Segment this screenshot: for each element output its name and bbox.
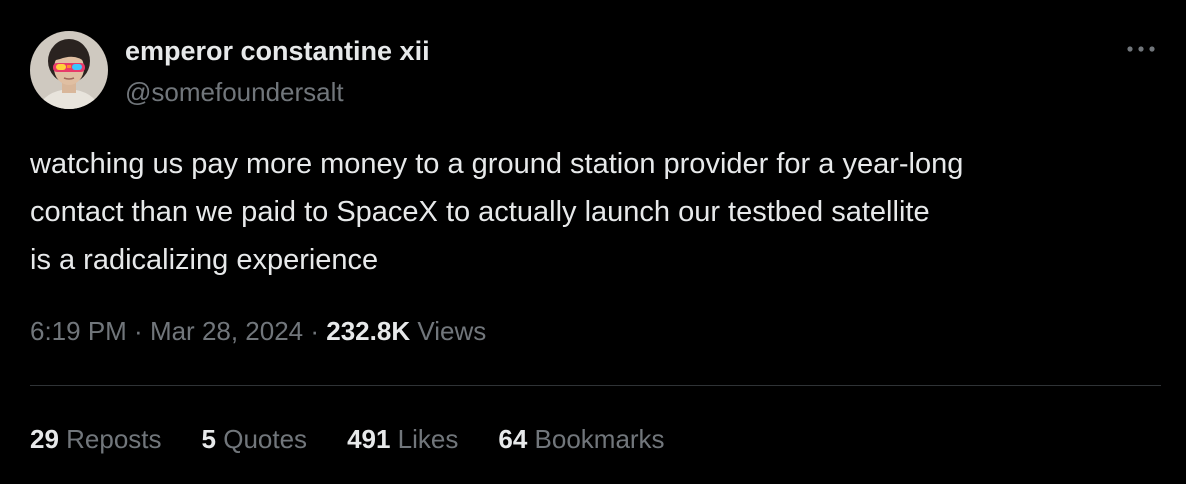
tweet-meta: 6:19 PM · Mar 28, 2024 · 232.8K Views [30,316,486,347]
likes-stat[interactable]: 491 Likes [347,424,458,455]
reposts-count: 29 [30,424,59,454]
engagement-stats: 29 Reposts 5 Quotes 491 Likes 64 Bookmar… [30,424,705,455]
views-count: 232.8K [326,316,411,346]
reposts-stat[interactable]: 29 Reposts [30,424,162,455]
meta-separator: · [126,316,150,346]
reposts-label: Reposts [58,424,162,454]
bookmarks-count: 64 [498,424,528,454]
likes-count: 491 [347,424,391,454]
author-display-name[interactable]: emperor constantine xii [125,36,430,67]
tweet-text-line: watching us pay more money to a ground s… [30,148,964,180]
avatar[interactable] [30,31,108,109]
meta-separator: · [303,316,327,346]
more-horizontal-icon [1127,46,1155,52]
profile-photo [30,31,108,109]
more-options-button[interactable] [1120,30,1162,68]
views-label: Views [410,316,487,346]
quotes-stat[interactable]: 5 Quotes [202,424,308,455]
tweet-text: watching us pay more money to a ground s… [30,140,1170,284]
quotes-count: 5 [201,424,216,454]
tweet-timestamp-time[interactable]: 6:19 PM [30,316,127,346]
tweet-detail: emperor constantine xii @somefoundersalt… [0,0,1186,484]
tweet-text-line: is a radicalizing experience [30,244,379,276]
bookmarks-stat[interactable]: 64 Bookmarks [498,424,664,455]
bookmarks-label: Bookmarks [527,424,665,454]
likes-label: Likes [390,424,459,454]
tweet-timestamp-date[interactable]: Mar 28, 2024 [150,316,303,346]
quotes-label: Quotes [216,424,308,454]
tweet-text-line: contact than we paid to SpaceX to actual… [30,196,930,228]
divider [30,385,1161,386]
author-handle[interactable]: @somefoundersalt [125,77,344,108]
